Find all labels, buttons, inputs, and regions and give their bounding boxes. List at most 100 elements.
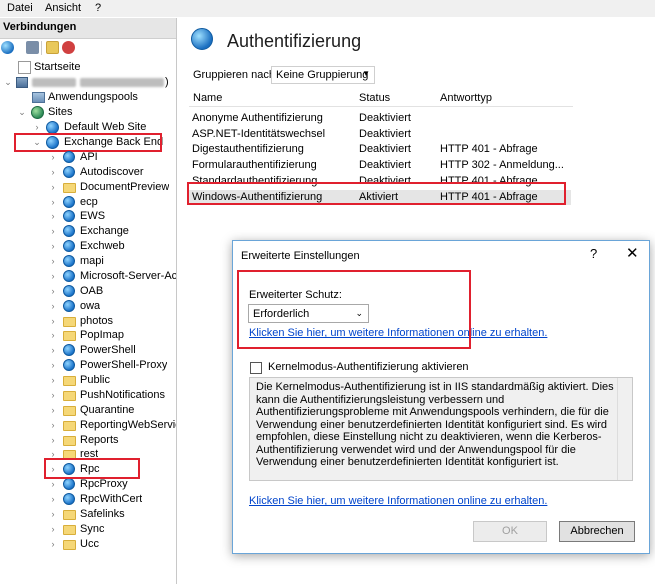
table-row[interactable]: ASP.NET-Identitätswechsel Deaktiviert [189,127,571,142]
tree-item-sync[interactable]: › Sync [0,522,176,537]
chevron-right-icon[interactable]: › [49,433,57,448]
save-icon[interactable] [26,41,39,54]
table-row[interactable]: Anonyme Authentifizierung Deaktiviert [189,111,571,126]
chevron-right-icon[interactable]: › [49,299,57,314]
chevron-right-icon[interactable]: › [49,195,57,210]
menu-datei[interactable]: Datei [7,2,33,14]
chevron-right-icon[interactable]: › [49,314,57,329]
chevron-right-icon[interactable]: › [49,418,57,433]
globe-icon [63,210,75,223]
highlight-box-extended-protection [237,270,471,349]
chevron-right-icon[interactable]: › [49,403,57,418]
close-icon[interactable]: ✕ [626,244,639,262]
tree-item-autodiscover[interactable]: › Autodiscover [0,165,176,180]
chevron-right-icon[interactable]: › [49,328,57,343]
tree-item-documentpreview[interactable]: › DocumentPreview [0,180,176,195]
chevron-right-icon[interactable]: › [49,373,57,388]
kernel-mode-label[interactable]: Kernelmodus-Authentifizierung aktivieren [268,361,469,373]
tree-item-sites[interactable]: ⌄ Sites [0,105,176,120]
chevron-right-icon[interactable]: › [49,507,57,522]
tree-item-exchange[interactable]: › Exchange [0,224,176,239]
folder-icon [63,405,76,416]
globe-icon [63,299,75,312]
globe-icon [63,493,75,505]
highlight-box-windows-auth [187,182,566,205]
tree-item-app-pools[interactable]: Anwendungspools [0,90,176,105]
kernel-mode-checkbox[interactable] [250,362,262,374]
chevron-down-icon[interactable] [14,45,20,51]
tree-item-label: EWS [80,210,106,223]
chevron-right-icon[interactable]: › [49,165,57,180]
column-header-response[interactable]: Antworttyp [440,92,492,104]
tree-item-label: RpcProxy [80,478,128,491]
tree-item-label: PopImap [80,329,125,342]
chevron-right-icon[interactable]: › [49,180,57,195]
menu-help[interactable]: ? [95,2,101,14]
tree-item-rpcproxy[interactable]: › RpcProxy [0,477,176,492]
disconnect-icon[interactable] [62,41,75,54]
column-header-name[interactable]: Name [193,92,222,104]
description-scrollbar[interactable] [617,378,632,480]
ok-button[interactable]: OK [473,521,547,542]
tree-item-label: owa [80,299,101,312]
chevron-right-icon[interactable]: › [49,269,57,284]
up-folder-icon[interactable] [46,41,59,54]
menu-ansicht[interactable]: Ansicht [45,2,81,14]
tree-item-rpcwithcert[interactable]: › RpcWithCert [0,492,176,507]
chevron-right-icon[interactable]: › [49,254,57,269]
tree-item-popimap[interactable]: › PopImap [0,328,176,343]
folder-icon [63,390,76,401]
tree-item-label: Exchange [80,225,129,238]
cell-name: ASP.NET-Identitätswechsel [192,127,326,140]
chevron-right-icon[interactable]: › [49,522,57,537]
chevron-right-icon[interactable]: › [49,150,57,165]
tree-item-start[interactable]: Startseite [0,60,176,75]
tree-item-pushnotifications[interactable]: › PushNotifications [0,388,176,403]
tree-item-owa[interactable]: › owa [0,299,176,314]
cancel-button[interactable]: Abbrechen [559,521,635,542]
tree-item-oab[interactable]: › OAB [0,284,176,299]
tree-item-label: Autodiscover [80,165,144,178]
chevron-right-icon[interactable]: › [49,224,57,239]
chevron-right-icon[interactable]: › [49,343,57,358]
chevron-right-icon[interactable]: › [49,537,57,552]
tree-item-mapi[interactable]: › mapi [0,254,176,269]
group-by-select[interactable]: Keine Gruppierung ▼ [271,66,375,84]
help-icon[interactable]: ? [590,246,597,261]
tree-item-api[interactable]: › API [0,150,176,165]
tree-item-powershell-proxy[interactable]: › PowerShell-Proxy [0,358,176,373]
tree-item-powershell[interactable]: › PowerShell [0,343,176,358]
chevron-right-icon[interactable]: › [49,358,57,373]
toolbar-divider [41,41,42,55]
chevron-right-icon[interactable]: › [49,284,57,299]
tree-item-server[interactable]: ⌄ ) [0,75,176,90]
chevron-right-icon[interactable]: › [49,492,57,507]
group-by-label: Gruppieren nach: [193,69,278,81]
column-header-status[interactable]: Status [359,92,390,104]
tree-item-photos[interactable]: › photos [0,314,176,329]
connect-icon[interactable] [1,41,14,54]
tree-item-reports[interactable]: › Reports [0,433,176,448]
more-info-link-bottom[interactable]: Klicken Sie hier, um weitere Information… [249,495,547,507]
table-row[interactable]: Formularauthentifizierung Deaktiviert HTTP… [189,158,571,173]
tree-item-microsoft-server-act[interactable]: › Microsoft-Server-Act [0,269,176,284]
tree-item-reportingwebservice[interactable]: › ReportingWebService [0,418,176,433]
chevron-right-icon[interactable]: › [49,388,57,403]
chevron-right-icon[interactable]: › [49,239,57,254]
table-row[interactable]: Digestauthentifizierung Deaktiviert HTTP 4… [189,142,571,157]
tree-item-ecp[interactable]: › ecp [0,195,176,210]
chevron-down-icon[interactable]: ⌄ [18,105,26,120]
tree-item-ucc[interactable]: › Ucc [0,537,176,552]
chevron-right-icon[interactable]: › [49,477,57,492]
chevron-right-icon[interactable]: › [49,209,57,224]
cell-name: Anonyme Authentifizierung [192,112,323,124]
chevron-down-icon[interactable]: ⌄ [4,75,12,90]
tree-item-label: Exchweb [80,240,125,253]
tree-item-quarantine[interactable]: › Quarantine [0,403,176,418]
globe-icon [63,359,75,372]
tree-item-label: Microsoft-Server-Act [80,269,176,282]
tree-item-exchweb[interactable]: › Exchweb [0,239,176,254]
tree-item-ews[interactable]: › EWS [0,209,176,224]
tree-item-safelinks[interactable]: › Safelinks [0,507,176,522]
tree-item-public[interactable]: › Public [0,373,176,388]
